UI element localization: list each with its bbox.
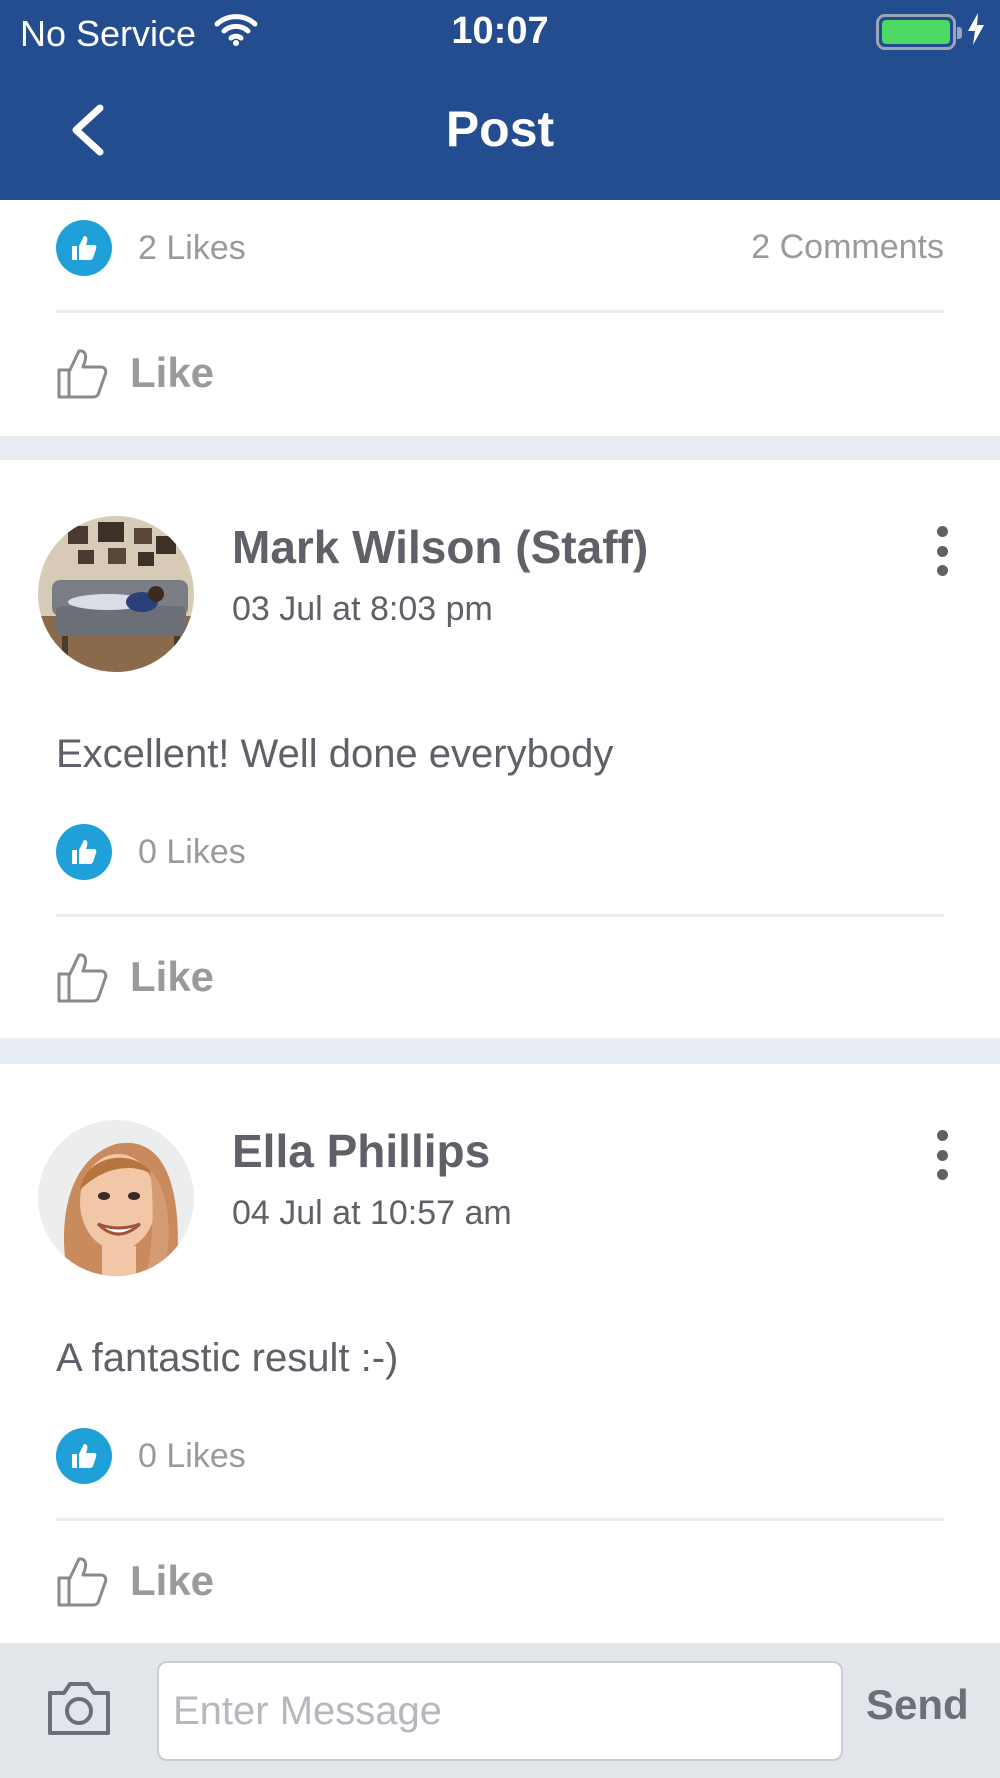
comment-likes-row: 0 Likes xyxy=(56,1428,246,1484)
like-button[interactable]: Like xyxy=(56,950,214,1004)
page-title: Post xyxy=(445,101,555,157)
like-badge-icon xyxy=(56,824,112,880)
comment-text: Excellent! Well done everybody xyxy=(56,732,614,776)
section-separator xyxy=(0,1038,1000,1064)
comment-card: Mark Wilson (Staff) 03 Jul at 8:03 pm Ex… xyxy=(0,460,1000,1038)
more-options-button[interactable] xyxy=(930,526,954,576)
status-bar: No Service 10:07 xyxy=(0,0,1000,64)
battery-level xyxy=(882,19,950,44)
comment-text: A fantastic result :-) xyxy=(56,1336,399,1380)
more-options-button[interactable] xyxy=(930,1130,954,1180)
comment-card: Ella Phillips 04 Jul at 10:57 am A fanta… xyxy=(0,1064,1000,1643)
app-header: No Service 10:07 Post xyxy=(0,0,1000,200)
comment-likes-row: 0 Likes xyxy=(56,824,246,880)
section-separator xyxy=(0,436,1000,460)
thumbs-up-outline-icon xyxy=(57,1557,108,1607)
status-right xyxy=(876,12,986,51)
more-dot xyxy=(936,1169,948,1180)
divider xyxy=(56,310,944,313)
like-badge-icon xyxy=(56,220,112,276)
comments-count[interactable]: 2 Comments xyxy=(751,228,944,267)
likes-count: 0 Likes xyxy=(138,1436,246,1475)
more-dot xyxy=(936,1130,948,1141)
camera-icon xyxy=(48,1682,110,1735)
more-dot xyxy=(936,545,948,557)
more-dot xyxy=(936,565,948,576)
post-summary: 2 Likes 2 Comments Like xyxy=(0,200,1000,436)
like-button[interactable]: Like xyxy=(56,1554,214,1608)
like-label: Like xyxy=(130,953,215,1000)
like-badge-icon xyxy=(56,1428,112,1484)
thumbs-up-outline-icon xyxy=(57,349,108,399)
nav-bar: Post xyxy=(0,64,1000,200)
post-likes-row: 2 Likes xyxy=(56,220,246,276)
divider xyxy=(56,914,944,917)
message-composer: Send xyxy=(0,1643,1000,1778)
battery-icon xyxy=(876,13,962,50)
author-name[interactable]: Ella Phillips xyxy=(232,1124,490,1178)
like-label: Like xyxy=(130,349,215,396)
likes-count: 2 Likes xyxy=(138,228,246,267)
clock: 10:07 xyxy=(451,10,549,52)
avatar-photo xyxy=(38,516,194,672)
avatar-photo xyxy=(38,1120,194,1276)
comment-timestamp: 03 Jul at 8:03 pm xyxy=(232,590,493,628)
charging-bolt-icon xyxy=(966,12,986,51)
message-input[interactable] xyxy=(157,1661,843,1761)
divider xyxy=(56,1518,944,1521)
likes-count: 0 Likes xyxy=(138,832,246,871)
comment-timestamp: 04 Jul at 10:57 am xyxy=(232,1194,512,1232)
camera-button[interactable] xyxy=(46,1679,112,1737)
more-dot xyxy=(936,1149,948,1161)
avatar[interactable] xyxy=(38,516,194,672)
thumbs-up-outline-icon xyxy=(57,953,108,1003)
send-button[interactable]: Send xyxy=(866,1681,969,1729)
avatar[interactable] xyxy=(38,1120,194,1276)
author-name[interactable]: Mark Wilson (Staff) xyxy=(232,520,648,574)
like-label: Like xyxy=(130,1557,215,1604)
post-screen: No Service 10:07 Post 2 Likes 2 Comments… xyxy=(0,0,1000,1778)
like-button[interactable]: Like xyxy=(56,346,214,400)
more-dot xyxy=(936,526,948,537)
